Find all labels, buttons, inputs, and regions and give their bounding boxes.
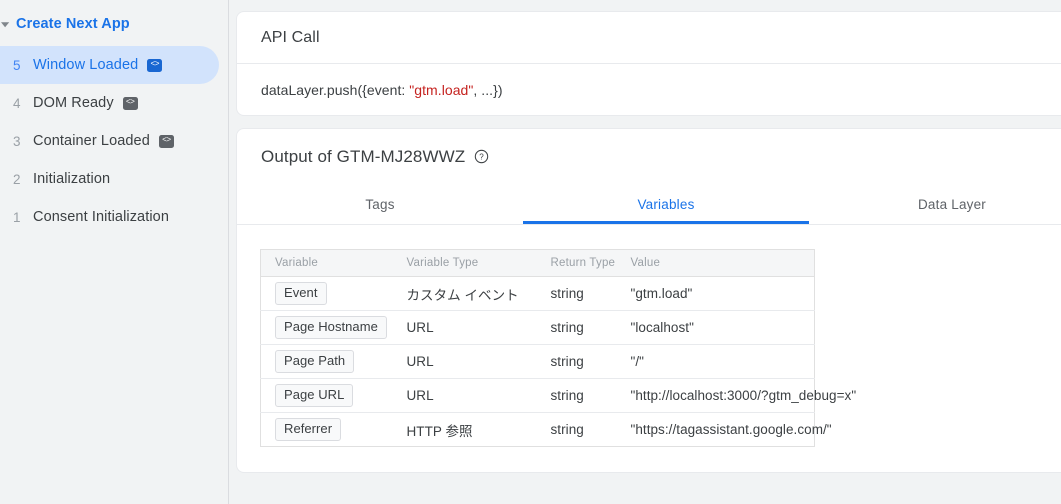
tab-tags[interactable]: Tags [237, 184, 523, 224]
cell-variable-type: URL [392, 344, 537, 379]
output-tabs: Tags Variables Data Layer [237, 184, 1061, 225]
api-call-code: dataLayer.push({event: "gtm.load", ...}) [261, 82, 503, 98]
cell-variable: Page Path [260, 344, 393, 379]
caret-down-icon[interactable] [0, 19, 16, 30]
sidebar-item-initialization[interactable]: 2 Initialization [0, 160, 219, 198]
variables-table-wrap: Variable Variable Type Return Type Value… [237, 225, 1061, 472]
output-card: Output of GTM-MJ28WWZ ? Tags Variables D… [236, 128, 1061, 473]
main-content: API Call dataLayer.push({event: "gtm.loa… [229, 0, 1061, 504]
event-list: 5 Window Loaded <> 4 DOM Ready <> 3 Cont… [0, 46, 228, 236]
cell-variable: Page URL [260, 378, 393, 413]
cell-variable: Page Hostname [260, 310, 393, 345]
api-call-header: API Call [237, 12, 1061, 64]
column-header-value: Value [616, 249, 815, 277]
event-label: Window Loaded [33, 57, 139, 73]
app-title[interactable]: Create Next App [16, 16, 130, 32]
tag-assistant-debug-view: Create Next App 5 Window Loaded <> 4 DOM… [0, 0, 1061, 504]
code-badge-icon: <> [147, 58, 163, 72]
cell-return-type: string [550, 422, 584, 437]
cell-variable-type: URL [392, 378, 537, 413]
table-row[interactable]: Page Hostname URL string "localhost" [260, 310, 815, 345]
event-label: Initialization [33, 171, 111, 187]
event-label: Consent Initialization [33, 209, 169, 225]
tab-variables[interactable]: Variables [523, 184, 809, 224]
cell-return-type: string [536, 344, 617, 379]
column-header-variable-type: Variable Type [392, 249, 537, 277]
code-event-string: "gtm.load" [409, 81, 474, 98]
cell-variable-type: URL [392, 310, 537, 345]
table-row[interactable]: Page URL URL string "http://localhost:30… [260, 378, 856, 413]
sidebar-item-container-loaded[interactable]: 3 Container Loaded <> [0, 122, 219, 160]
api-call-title: API Call [261, 28, 320, 46]
event-timeline-sidebar: Create Next App 5 Window Loaded <> 4 DOM… [0, 0, 229, 504]
variable-chip[interactable]: Referrer [275, 417, 342, 442]
cell-value: "gtm.load" [616, 276, 815, 311]
cell-variable-type: カスタム イベント [392, 276, 537, 311]
event-number: 2 [13, 171, 21, 187]
column-header-return-type: Return Type [536, 249, 617, 277]
api-call-card: API Call dataLayer.push({event: "gtm.loa… [236, 11, 1061, 116]
cell-value: "https://tagassistant.google.com/" [630, 422, 832, 437]
cell-value: "http://localhost:3000/?gtm_debug=x" [616, 378, 856, 413]
variables-table: Variable Variable Type Return Type Value… [260, 249, 856, 447]
cell-value: "localhost" [616, 310, 815, 345]
event-number: 4 [13, 95, 21, 111]
help-circle-icon[interactable]: ? [474, 149, 489, 164]
table-row[interactable]: Page Path URL string "/" [260, 344, 815, 379]
code-prefix: dataLayer.push({event: [261, 81, 410, 98]
cell-return-type: string [536, 310, 617, 345]
sidebar-item-dom-ready[interactable]: 4 DOM Ready <> [0, 84, 219, 122]
cell-variable: Event [260, 276, 393, 311]
cell-return-type: string [536, 378, 617, 413]
sidebar-header: Create Next App [0, 6, 228, 42]
sidebar-item-consent-initialization[interactable]: 1 Consent Initialization [0, 198, 219, 236]
cell-value: "/" [616, 344, 815, 379]
output-header: Output of GTM-MJ28WWZ ? [237, 129, 1061, 184]
event-label: Container Loaded [33, 133, 150, 149]
table-row[interactable]: Event カスタム イベント string "gtm.load" [260, 276, 815, 311]
code-badge-icon: <> [158, 134, 174, 148]
event-number: 1 [13, 209, 21, 225]
api-call-body: dataLayer.push({event: "gtm.load", ...}) [237, 64, 1061, 115]
variable-chip[interactable]: Page Hostname [275, 315, 387, 340]
variable-chip[interactable]: Page URL [275, 383, 354, 408]
column-header-variable: Variable [260, 249, 393, 277]
code-badge-icon: <> [122, 96, 138, 110]
table-header-row: Variable Variable Type Return Type Value [260, 249, 815, 277]
table-head: Variable Variable Type Return Type Value [260, 249, 815, 277]
cell-variable-type: HTTP 参照 [406, 423, 473, 439]
event-number: 5 [13, 57, 21, 73]
cell-variable: Referrer [261, 413, 393, 447]
sidebar-item-window-loaded[interactable]: 5 Window Loaded <> [0, 46, 219, 84]
table-body: Event カスタム イベント string "gtm.load" Page H… [260, 276, 856, 447]
cell-return-type: string [536, 276, 617, 311]
event-number: 3 [13, 133, 21, 149]
svg-text:?: ? [479, 153, 484, 162]
variable-chip[interactable]: Page Path [275, 349, 355, 374]
code-suffix: , ...}) [473, 81, 503, 98]
event-label: DOM Ready [33, 95, 114, 111]
output-title: Output of GTM-MJ28WWZ [261, 146, 466, 166]
tab-data-layer[interactable]: Data Layer [809, 184, 1061, 224]
variable-chip[interactable]: Event [275, 281, 327, 306]
table-row[interactable]: Referrer HTTP 参照 string "https://tagassi… [261, 413, 832, 447]
